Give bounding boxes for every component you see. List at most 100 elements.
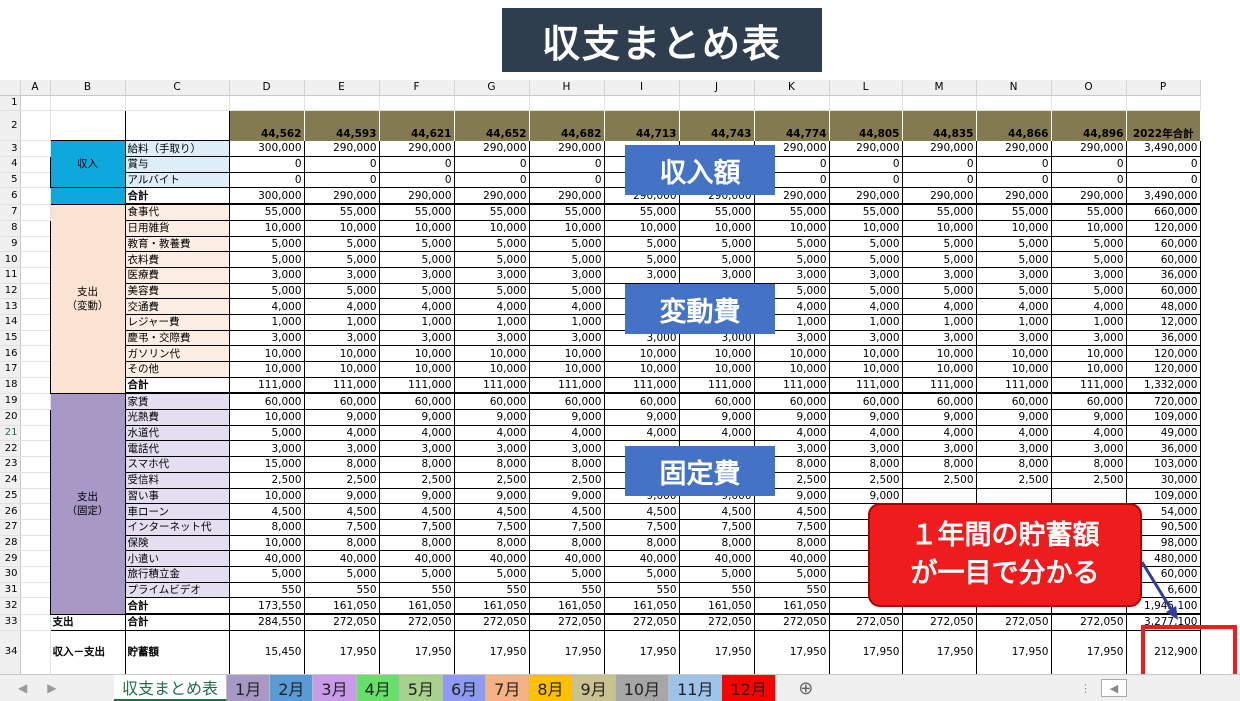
value-cell[interactable]: 272,050: [304, 614, 380, 631]
tab-month-1[interactable]: 1月: [227, 675, 271, 701]
row-header[interactable]: 16: [0, 345, 21, 362]
value-cell[interactable]: 161,050: [529, 597, 605, 616]
value-cell[interactable]: 0: [902, 156, 977, 173]
value-cell[interactable]: 17,950: [976, 630, 1052, 675]
value-cell[interactable]: 4,500: [454, 503, 530, 520]
cell[interactable]: [50, 110, 126, 142]
value-cell[interactable]: 272,050: [1051, 614, 1127, 631]
value-cell[interactable]: 111,000: [229, 377, 305, 395]
column-header-p[interactable]: P: [1126, 80, 1201, 96]
value-cell[interactable]: 55,000: [604, 204, 680, 221]
value-cell[interactable]: 10,000: [829, 220, 903, 237]
item-label[interactable]: 習い事: [125, 488, 230, 505]
item-label[interactable]: アルバイト: [125, 172, 230, 189]
value-cell[interactable]: 7,500: [304, 519, 380, 536]
cell[interactable]: [125, 110, 230, 142]
value-cell[interactable]: 161,050: [379, 597, 455, 616]
row-header[interactable]: 26: [0, 503, 21, 520]
cell[interactable]: [20, 566, 51, 583]
value-cell[interactable]: 5,000: [529, 283, 605, 300]
value-cell[interactable]: 3,000: [529, 440, 605, 458]
item-label[interactable]: レジャー費: [125, 314, 230, 331]
subtotal-label[interactable]: 合計: [125, 187, 230, 206]
value-cell[interactable]: 0: [529, 172, 605, 189]
cell[interactable]: [20, 472, 51, 489]
total-column-header[interactable]: 2022年合計: [1126, 110, 1200, 141]
row-header[interactable]: 28: [0, 535, 21, 552]
value-cell[interactable]: 5,000: [976, 236, 1052, 253]
value-cell[interactable]: 173,550: [229, 597, 305, 616]
value-cell[interactable]: 9,000: [454, 409, 530, 426]
cell[interactable]: [20, 267, 51, 284]
column-header-o[interactable]: O: [1051, 80, 1127, 96]
item-label[interactable]: 賞与: [125, 156, 230, 173]
item-label[interactable]: 食事代: [125, 204, 230, 221]
value-cell[interactable]: 550: [229, 582, 305, 599]
cell[interactable]: [20, 140, 51, 158]
row-header[interactable]: 2: [0, 110, 21, 142]
add-sheet-icon[interactable]: ⊕: [776, 675, 836, 701]
cell[interactable]: [20, 503, 51, 520]
value-cell[interactable]: 272,050: [604, 614, 680, 631]
row-header[interactable]: 30: [0, 566, 21, 583]
value-cell[interactable]: 17,950: [754, 630, 830, 675]
cell[interactable]: [829, 95, 903, 112]
cell[interactable]: [679, 95, 755, 112]
value-cell[interactable]: 5,000: [379, 236, 455, 253]
value-cell[interactable]: 4,000: [1051, 425, 1127, 442]
value-cell[interactable]: 1,000: [976, 314, 1052, 331]
value-cell[interactable]: 40,000: [604, 550, 680, 567]
value-cell[interactable]: 5,000: [454, 236, 530, 253]
column-header-c[interactable]: C: [125, 80, 230, 96]
row-header[interactable]: 31: [0, 582, 21, 599]
value-cell[interactable]: 4,500: [529, 503, 605, 520]
row-header[interactable]: 34: [0, 630, 21, 675]
cell[interactable]: [20, 172, 51, 189]
value-cell[interactable]: 4,000: [379, 298, 455, 315]
cell[interactable]: [125, 95, 230, 112]
value-cell[interactable]: 60,000: [529, 393, 605, 411]
column-header-l[interactable]: L: [829, 80, 903, 96]
cell[interactable]: [529, 95, 605, 112]
month-header[interactable]: 44,562: [229, 110, 305, 141]
value-cell[interactable]: 4,000: [902, 298, 977, 315]
row-header[interactable]: 33: [0, 614, 21, 631]
value-cell[interactable]: [976, 488, 1052, 505]
row-header[interactable]: 25: [0, 488, 21, 505]
value-cell[interactable]: 0: [304, 156, 380, 173]
value-cell[interactable]: 8,000: [529, 456, 605, 473]
value-cell[interactable]: 0: [454, 156, 530, 173]
value-cell[interactable]: 10,000: [679, 361, 755, 378]
cell[interactable]: [50, 95, 126, 112]
value-cell[interactable]: 5,000: [304, 236, 380, 253]
value-cell[interactable]: 111,000: [1051, 377, 1127, 395]
value-cell[interactable]: 0: [902, 172, 977, 189]
annual-total-cell[interactable]: 3,490,000: [1126, 187, 1201, 206]
annual-total-cell[interactable]: 1,332,000: [1126, 377, 1201, 395]
value-cell[interactable]: 9,000: [679, 409, 755, 426]
value-cell[interactable]: 55,000: [229, 204, 305, 221]
value-cell[interactable]: 0: [829, 172, 903, 189]
value-cell[interactable]: 5,000: [529, 251, 605, 268]
subtotal-label[interactable]: 合計: [125, 377, 230, 395]
select-all-corner[interactable]: [0, 80, 21, 96]
value-cell[interactable]: 5,000: [604, 236, 680, 253]
value-cell[interactable]: 60,000: [976, 393, 1052, 411]
item-label[interactable]: 教育・教養費: [125, 236, 230, 253]
value-cell[interactable]: 4,500: [679, 503, 755, 520]
value-cell[interactable]: 5,000: [604, 251, 680, 268]
value-cell[interactable]: 10,000: [1051, 220, 1127, 237]
annual-total-cell[interactable]: 36,000: [1126, 330, 1201, 347]
cell[interactable]: [20, 519, 51, 536]
value-cell[interactable]: 3,000: [829, 267, 903, 284]
item-label[interactable]: プライムビデオ: [125, 582, 230, 599]
item-label[interactable]: 光熱費: [125, 409, 230, 426]
value-cell[interactable]: 550: [754, 582, 830, 599]
value-cell[interactable]: 5,000: [379, 251, 455, 268]
row-header[interactable]: 18: [0, 377, 21, 394]
column-header-a[interactable]: A: [20, 80, 51, 96]
row-header[interactable]: 22: [0, 440, 21, 458]
item-label[interactable]: 旅行積立金: [125, 566, 230, 583]
scroll-right-icon[interactable]: ▶: [47, 681, 56, 695]
value-cell[interactable]: 111,000: [604, 377, 680, 395]
